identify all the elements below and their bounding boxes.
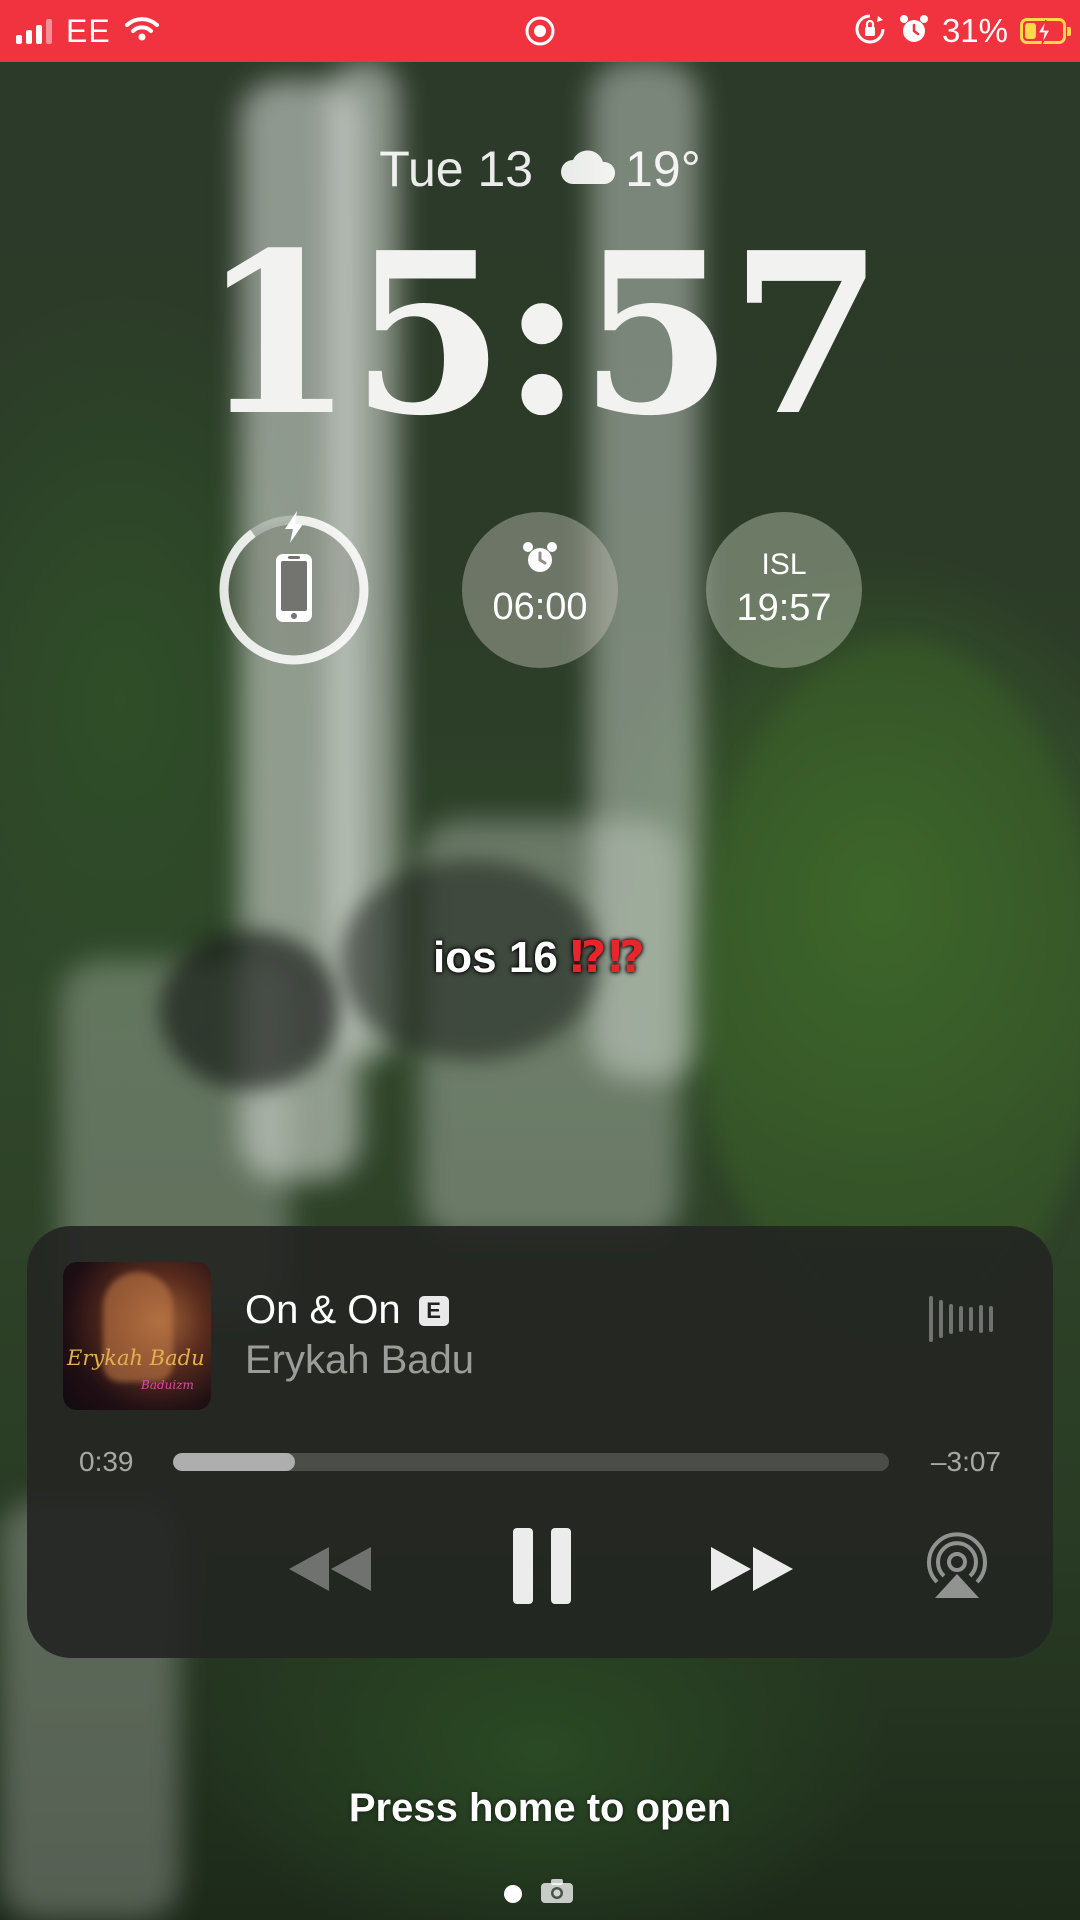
world-clock-time: 19:57 (736, 587, 832, 629)
caption-emoji: ⁉⁉ (570, 933, 647, 982)
status-bar: EE 31% (0, 0, 1080, 62)
remaining-time: –3:07 (930, 1446, 1001, 1477)
alarm-widget[interactable]: 06:00 (462, 512, 618, 668)
signal-icon (16, 18, 52, 44)
audio-waveform-icon (929, 1294, 993, 1344)
playback-scrubber[interactable] (173, 1453, 889, 1471)
alarm-time: 06:00 (492, 586, 588, 628)
alarm-clock-icon (522, 540, 558, 581)
artist-name: Erykah Badu (245, 1338, 475, 1382)
rewind-icon[interactable] (285, 1544, 375, 1599)
now-playing-card[interactable]: Erykah Badu Baduizm On & On E Erykah Bad… (27, 1226, 1053, 1658)
screen-record-icon[interactable] (524, 15, 556, 47)
date-label: Tue 13 (379, 141, 534, 197)
lock-clock: 15:57 (200, 205, 884, 465)
explicit-badge: E (418, 1295, 449, 1326)
album-art[interactable]: Erykah Badu Baduizm (63, 1262, 211, 1410)
battery-percent: 31% (941, 12, 1008, 49)
charging-bolt-icon (280, 510, 308, 549)
carrier-label: EE (66, 12, 111, 49)
alarm-icon (898, 13, 930, 50)
battery-charging-icon (1020, 18, 1071, 45)
rotation-lock-icon (854, 13, 886, 50)
date-weather-row: Tue 13 19° (0, 140, 1080, 198)
elapsed-time: 0:39 (79, 1446, 134, 1477)
caption-text: ios 16 (433, 933, 558, 982)
album-art-text: Erykah Badu (67, 1346, 205, 1370)
unlock-hint: Press home to open (348, 1786, 732, 1830)
album-art-subtext: Baduizm (141, 1378, 194, 1392)
song-title-row: On & On E (245, 1288, 449, 1333)
temperature-label: 19° (625, 141, 701, 197)
page-dot-icon (504, 1884, 522, 1903)
world-clock-widget[interactable]: ISL 19:57 (706, 512, 862, 668)
page-indicator[interactable] (504, 1878, 574, 1909)
iphone-icon (274, 552, 314, 629)
pause-icon[interactable] (511, 1526, 573, 1611)
video-caption: ios 16 ⁉⁉ (0, 932, 1080, 983)
cloud-icon (559, 140, 617, 198)
battery-widget[interactable] (216, 510, 372, 668)
wifi-icon (124, 16, 159, 47)
world-clock-city: ISL (761, 548, 807, 581)
fast-forward-icon[interactable] (707, 1544, 797, 1599)
camera-icon[interactable] (540, 1878, 574, 1909)
song-title: On & On (245, 1288, 401, 1332)
airplay-icon[interactable] (923, 1532, 991, 1605)
playback-progress (173, 1453, 295, 1471)
